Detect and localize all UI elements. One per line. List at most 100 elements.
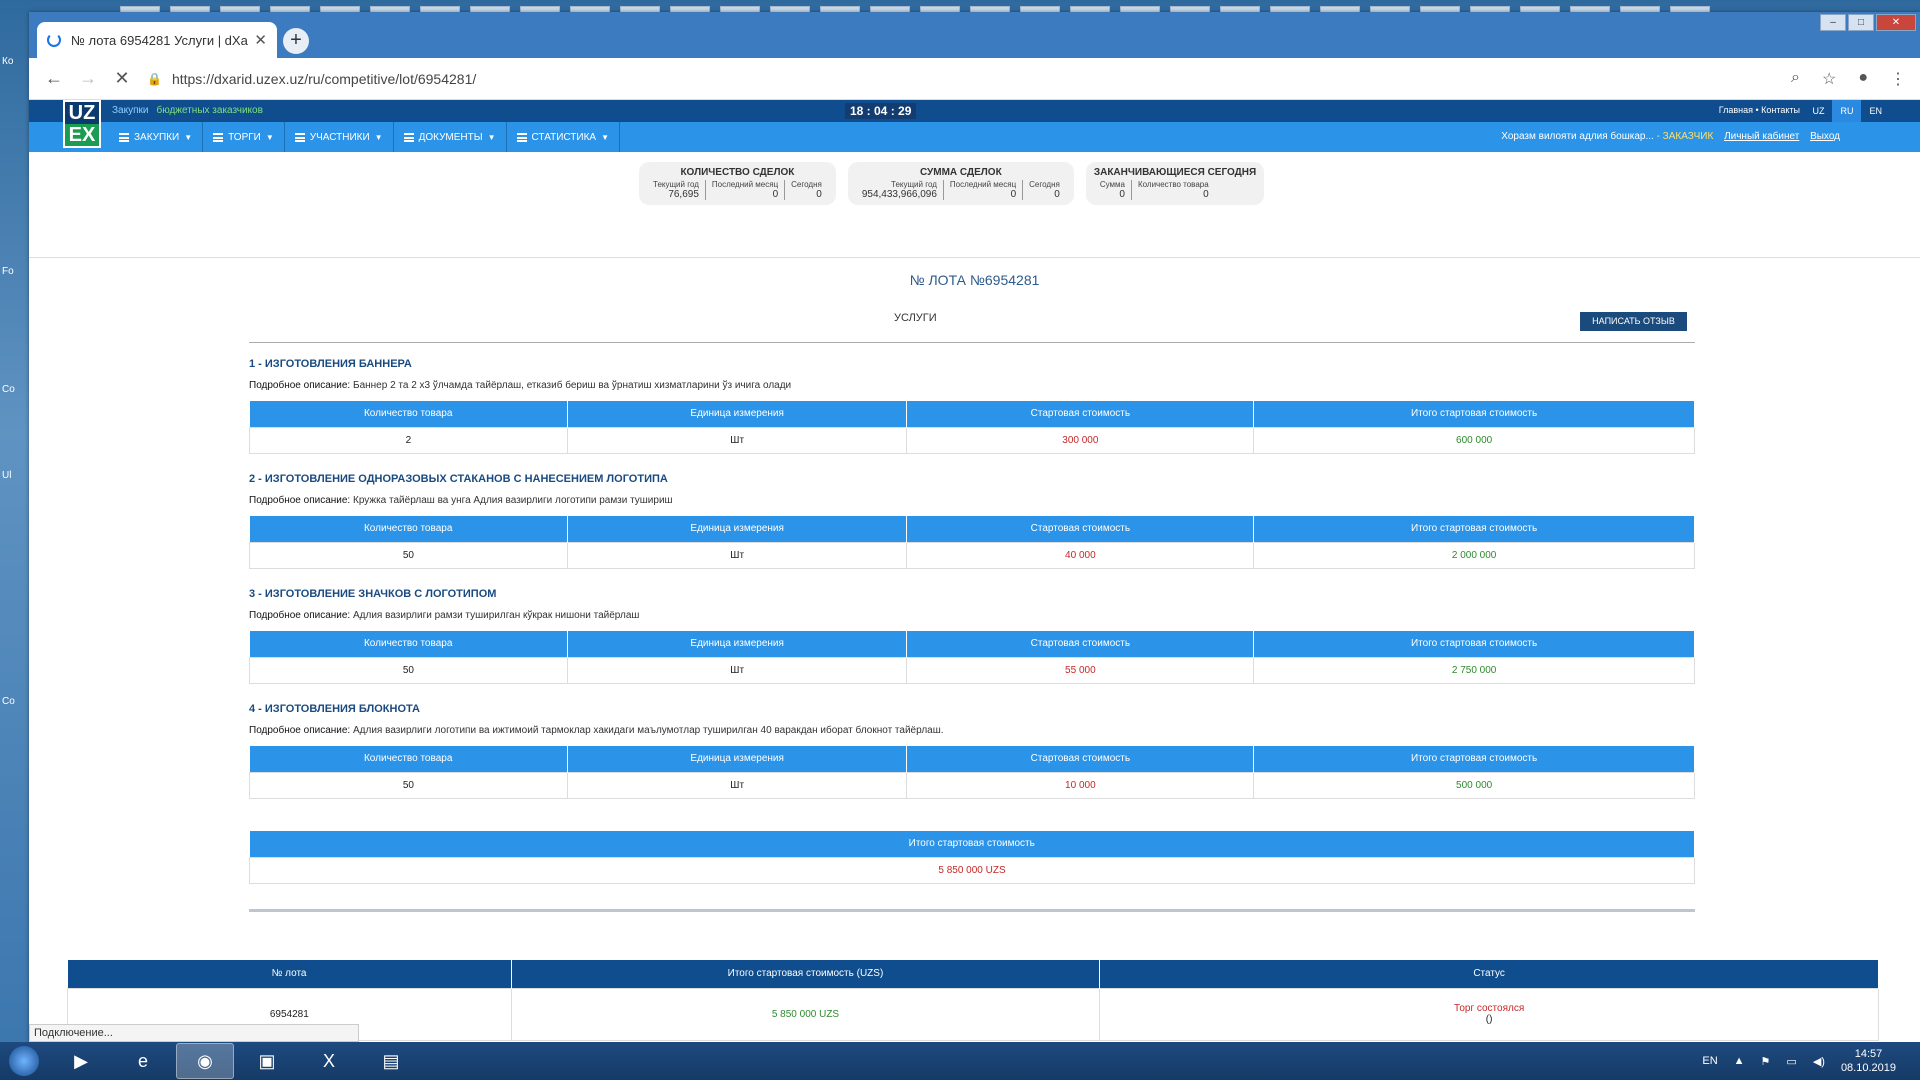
lang-uz[interactable]: UZ bbox=[1804, 100, 1832, 122]
main-nav: ЗАКУПКИ ▼ ТОРГИ ▼ УЧАСТНИКИ ▼ ДОКУМЕНТЫ ▼ СТ… bbox=[29, 122, 1920, 152]
menu-zakupki[interactable]: ЗАКУПКИ ▼ bbox=[109, 122, 204, 152]
item-desc: Баннер 2 та 2 х3 ўлчамда тайёрлаш, етказ… bbox=[353, 380, 792, 391]
lot-item: 3 - ИЗГОТОВЛЕНИЕ ЗНАЧКОВ С ЛОГОТИПОМ Под… bbox=[249, 588, 1695, 684]
menu-torgi[interactable]: ТОРГИ ▼ bbox=[203, 122, 285, 152]
cabinet-link[interactable]: Личный кабинет bbox=[1724, 131, 1799, 142]
item-title: 3 - ИЗГОТОВЛЕНИЕ ЗНАЧКОВ С ЛОГОТИПОМ bbox=[249, 588, 497, 600]
top-links[interactable]: Главная • Контакты bbox=[1719, 105, 1800, 115]
grid-icon bbox=[119, 132, 129, 142]
tab-strip: № лота 6954281 Услуги | dXarid ✕ + – □ ✕ bbox=[29, 12, 1920, 58]
menu-statistika[interactable]: СТАТИСТИКА ▼ bbox=[507, 122, 620, 152]
cell-total: 2 750 000 bbox=[1253, 656, 1695, 684]
internet-explorer-icon[interactable]: e bbox=[114, 1043, 172, 1079]
lang-ru[interactable]: RU bbox=[1832, 100, 1862, 122]
col-price: Стартовая стоимость bbox=[906, 631, 1255, 657]
folder-icon[interactable]: ▤ bbox=[362, 1043, 420, 1079]
status-sub: () bbox=[1485, 1014, 1493, 1025]
windows-orb-icon bbox=[9, 1046, 39, 1076]
save-app-icon[interactable]: ▣ bbox=[238, 1043, 296, 1079]
bookmark-star-icon[interactable]: ☆ bbox=[1822, 69, 1836, 89]
tray-clock[interactable]: 14:57 08.10.2019 bbox=[1841, 1047, 1896, 1075]
card-title: СУММА СДЕЛОК bbox=[919, 167, 1002, 178]
profile-icon[interactable]: ● bbox=[1858, 69, 1868, 89]
lang-en[interactable]: EN bbox=[1861, 100, 1890, 122]
col-qty: Количество товара bbox=[249, 516, 568, 542]
stop-icon[interactable]: ✕ bbox=[105, 68, 139, 89]
chevron-down-icon: ▼ bbox=[184, 132, 193, 142]
url-field[interactable]: 🔒 https://dxarid.uzex.uz/ru/competitive/… bbox=[147, 71, 1791, 87]
uzex-logo[interactable]: UZ EX bbox=[63, 100, 101, 148]
lot-item: 4 - ИЗГОТОВЛЕНИЯ БЛОКНОТА Подробное опис… bbox=[249, 703, 1695, 799]
lot-category: УСЛУГИ bbox=[894, 312, 937, 324]
forward-arrow-icon[interactable]: → bbox=[71, 68, 105, 89]
close-window-button[interactable]: ✕ bbox=[1876, 14, 1916, 31]
chevron-down-icon: ▼ bbox=[601, 132, 609, 142]
excel-icon[interactable]: X bbox=[300, 1043, 358, 1079]
cell-unit: Шт bbox=[566, 541, 908, 569]
list-icon bbox=[294, 132, 305, 142]
stats-panel: КОЛИЧЕСТВО СДЕЛОК Текущий год 76,695 Посл… bbox=[639, 162, 1265, 205]
desktop-icon-label[interactable]: Fo bbox=[2, 266, 26, 277]
web-page: UZ EX Закупки бюджетных заказчиков 18 : 0… bbox=[29, 100, 1920, 1042]
col-unit: Единица измерения bbox=[567, 631, 908, 657]
cell-price: 300 000 bbox=[906, 426, 1255, 454]
cell-qty: 50 bbox=[249, 541, 568, 569]
col-total: Итого стартовая стоимость bbox=[1253, 746, 1695, 772]
item-desc: Кружка тайёрлаш ва унга Адлия вазирлиги … bbox=[353, 495, 673, 506]
close-tab-icon[interactable]: ✕ bbox=[254, 31, 267, 49]
menu-dokumenty[interactable]: ДОКУМЕНТЫ ▼ bbox=[394, 122, 507, 152]
stat-value: 954,433,966,096 bbox=[861, 189, 937, 200]
stat-value: 0 bbox=[772, 189, 779, 200]
language-indicator[interactable]: EN bbox=[1702, 1055, 1717, 1067]
start-button[interactable] bbox=[0, 1042, 48, 1080]
browser-tab[interactable]: № лота 6954281 Услуги | dXarid ✕ bbox=[37, 22, 277, 58]
item-desc: Адлия вазирлиги рамзи туширилган кўкрак … bbox=[353, 610, 640, 621]
desktop-icon-label[interactable]: Co bbox=[2, 384, 26, 395]
status-text: Торг состоялся bbox=[1454, 1003, 1525, 1014]
item-title: 4 - ИЗГОТОВЛЕНИЯ БЛОКНОТА bbox=[249, 703, 420, 715]
list-icon bbox=[403, 132, 414, 142]
col-qty: Количество товара bbox=[249, 746, 568, 772]
item-table: Количество товара Единица измерения Старто… bbox=[249, 631, 1695, 684]
menu-uchastniki[interactable]: УЧАСТНИКИ ▼ bbox=[285, 122, 394, 152]
tray-arrow-icon[interactable]: ▲ bbox=[1734, 1055, 1745, 1067]
item-table: Количество товара Единица измерения Старто… bbox=[249, 746, 1695, 799]
new-tab-button[interactable]: + bbox=[283, 28, 309, 54]
write-review-button[interactable]: НАПИСАТЬ ОТЗЫВ bbox=[1580, 312, 1687, 331]
zoom-icon[interactable]: ⌕ bbox=[1791, 69, 1800, 89]
col-price: Стартовая стоимость bbox=[906, 401, 1255, 427]
maximize-button[interactable]: □ bbox=[1848, 14, 1874, 31]
minimize-button[interactable]: – bbox=[1820, 14, 1846, 31]
cell-unit: Шт bbox=[566, 771, 908, 799]
lot-item: 2 - ИЗГОТОВЛЕНИЕ ОДНОРАЗОВЫХ СТАКАНОВ С … bbox=[249, 473, 1695, 569]
flag-icon[interactable]: ⚑ bbox=[1761, 1055, 1771, 1068]
stat-label: Последний месяц bbox=[711, 180, 779, 189]
desktop-icon-label[interactable]: Co bbox=[2, 696, 26, 707]
item-title: 1 - ИЗГОТОВЛЕНИЯ БАННЕРА bbox=[249, 358, 412, 370]
logout-link[interactable]: Выход bbox=[1810, 131, 1840, 142]
menu-kebab-icon[interactable]: ⋮ bbox=[1890, 69, 1906, 89]
user-bar: Хоразм вилояти адлия бошкар... - ЗАКАЗЧИ… bbox=[1501, 131, 1840, 142]
divider bbox=[29, 257, 1920, 258]
desktop-icon-label[interactable]: Ко bbox=[2, 56, 26, 67]
chrome-icon[interactable]: ◉ bbox=[176, 1043, 234, 1079]
stat-value: 76,695 bbox=[668, 189, 699, 200]
logo-top: UZ bbox=[68, 102, 96, 124]
stat-label: Текущий год bbox=[891, 180, 937, 189]
media-player-icon[interactable]: ▶ bbox=[52, 1043, 110, 1079]
budget-label: бюджетных заказчиков bbox=[156, 105, 263, 116]
stat-label: Сегодня bbox=[1029, 180, 1060, 189]
cell-total: 600 000 bbox=[1253, 426, 1695, 454]
desktop-icon-label[interactable]: Ul bbox=[2, 470, 26, 481]
site-top-bar: UZ EX Закупки бюджетных заказчиков 18 : 0… bbox=[29, 100, 1920, 148]
volume-icon[interactable]: ◀) bbox=[1813, 1055, 1825, 1068]
col-unit: Единица измерения bbox=[567, 401, 908, 427]
stat-label: Количество товара bbox=[1137, 180, 1209, 189]
table-row: 50 Шт 10 000 500 000 bbox=[249, 771, 1695, 799]
network-icon[interactable]: ▭ bbox=[1786, 1055, 1796, 1068]
tray-date: 08.10.2019 bbox=[1840, 1062, 1896, 1074]
col-price: Стартовая стоимость bbox=[906, 746, 1255, 772]
back-arrow-icon[interactable]: ← bbox=[37, 68, 71, 89]
col-price: Стартовая стоимость bbox=[906, 516, 1255, 542]
language-switcher: UZ RU EN bbox=[1804, 100, 1890, 122]
